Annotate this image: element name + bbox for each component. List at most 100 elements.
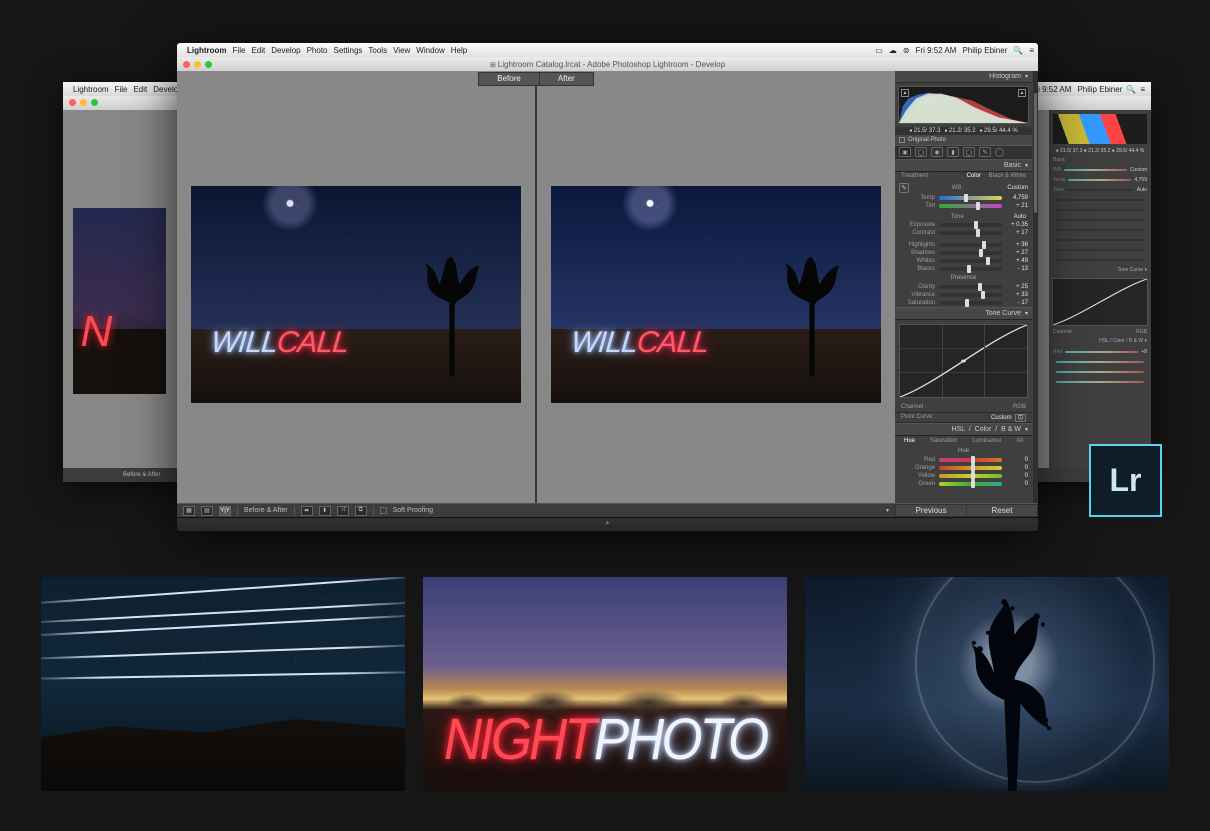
menu-icon-back: ≡ — [1140, 85, 1145, 94]
grid-view-button[interactable]: ▤ — [201, 506, 213, 516]
ba-topbottom-button[interactable]: ⬍ — [319, 506, 331, 516]
treatment-row: Treatment : Color Black & White — [895, 172, 1032, 180]
histogram-header[interactable]: Histogram▾ — [895, 71, 1032, 83]
tone-curve[interactable] — [899, 324, 1028, 398]
titlebar: Lightroom Catalog.lrcat - Adobe Photosho… — [177, 57, 1038, 71]
exposure-slider[interactable]: Exposure + 0.35 — [895, 221, 1032, 229]
tonecurve-header[interactable]: Tone Curve▾ — [895, 307, 1032, 320]
chevron-down-icon: ▾ — [1025, 426, 1028, 433]
thumbnail-back: N — [73, 208, 166, 394]
pointcurve-row[interactable]: Point Curve :Custom ⊡ — [895, 412, 1032, 423]
original-photo-row[interactable]: Original Photo — [895, 135, 1032, 145]
ba-leftright-button[interactable]: ⬌ — [301, 506, 313, 516]
pointcurve-toggle-icon[interactable]: ⊡ — [1015, 414, 1026, 422]
lightpaint-text-after: WILLCALL — [570, 326, 710, 360]
temp-slider[interactable]: Temp 4,759 — [895, 194, 1032, 202]
ba-swap-button[interactable]: ⤨ — [337, 506, 349, 516]
menubar-user[interactable]: Philip Ebiner — [962, 46, 1007, 55]
battery-icon[interactable]: ▭ — [875, 46, 883, 55]
reset-button[interactable]: Reset — [967, 504, 1038, 517]
view-mode-label: Before & After — [244, 507, 288, 514]
hsl-tab-all[interactable]: All — [1013, 437, 1026, 445]
hsl-tab-hue[interactable]: Hue — [901, 437, 918, 445]
lightpaint-text-before: WILLCALL — [210, 326, 350, 360]
softproof-checkbox[interactable] — [380, 507, 387, 514]
tool-knob[interactable] — [995, 148, 1004, 157]
hsl-tab-luminance[interactable]: Luminance — [969, 437, 1004, 445]
menu-app[interactable]: Lightroom — [187, 46, 227, 55]
tone-auto-button[interactable]: Auto — [1014, 214, 1026, 220]
ba-copy-button[interactable]: ⧉ — [355, 506, 367, 516]
whites-slider[interactable]: Whites + 49 — [895, 257, 1032, 265]
vibrance-slider[interactable]: Vibrance + 33 — [895, 291, 1032, 299]
wifi-icon[interactable]: ⊚ — [903, 46, 910, 55]
histogram-stats: 21.5/ 37.3 21.2/ 35.2 29.5/ 44.4 % — [895, 127, 1032, 135]
hsl-subtabs: Hue Saturation Luminance All — [895, 436, 1032, 446]
crop-tool[interactable]: ▣ — [899, 147, 911, 157]
clarity-slider[interactable]: Clarity + 25 — [895, 283, 1032, 291]
compare-view-button[interactable]: Y|Y — [219, 506, 231, 516]
spotlight-icon[interactable]: 🔍 — [1013, 46, 1023, 55]
basic-header[interactable]: Basic▾ — [895, 159, 1032, 172]
menu-develop[interactable]: Develop — [271, 46, 300, 55]
menu-photo[interactable]: Photo — [307, 46, 328, 55]
tab-after[interactable]: After — [539, 72, 594, 86]
menu-file[interactable]: File — [233, 46, 246, 55]
tint-slider[interactable]: Tint + 21 — [895, 202, 1032, 210]
shadow-clip-icon[interactable]: ▲ — [901, 89, 909, 97]
highlight-clip-icon[interactable]: ▲ — [1018, 89, 1026, 97]
search-icon-back: 🔍 — [1126, 85, 1136, 94]
saturation-slider[interactable]: Saturation - 17 — [895, 299, 1032, 307]
menu-file-back: File — [115, 85, 128, 94]
hsl-header[interactable]: HSL / Color / B & W ▾ — [895, 423, 1032, 436]
hsl-tab-saturation[interactable]: Saturation — [927, 437, 960, 445]
chevron-down-icon: ▾ — [1025, 162, 1028, 169]
menu-edit[interactable]: Edit — [251, 46, 265, 55]
presence-label: Presence — [895, 273, 1032, 283]
traffic-close-back — [69, 99, 76, 106]
develop-canvas: Before After WILLCALL — [177, 71, 895, 503]
eyedropper-icon[interactable]: ✎ — [899, 183, 909, 193]
after-pane[interactable]: WILLCALL — [535, 86, 895, 503]
traffic-min-back — [80, 99, 87, 106]
notification-icon[interactable]: ≡ — [1029, 46, 1034, 55]
redeye-tool[interactable]: ◉ — [931, 147, 943, 157]
traffic-max-back — [91, 99, 98, 106]
hsl-red-slider[interactable]: Red 0 — [895, 456, 1032, 464]
menu-tools[interactable]: Tools — [368, 46, 387, 55]
spot-tool[interactable]: ◯ — [915, 147, 927, 157]
filmstrip-toggle[interactable]: ▴ — [177, 517, 1038, 525]
treatment-color[interactable]: Color — [967, 173, 981, 179]
menubar-clock[interactable]: Fri 9:52 AM — [916, 46, 957, 55]
contrast-slider[interactable]: Contrast + 17 — [895, 229, 1032, 237]
cloud-icon[interactable]: ☁ — [889, 46, 897, 55]
hsl-orange-slider[interactable]: Orange 0 — [895, 464, 1032, 472]
histogram[interactable]: ▲ ▲ — [898, 86, 1029, 124]
blacks-slider[interactable]: Blacks - 13 — [895, 265, 1032, 273]
panel-scrollbar[interactable] — [1033, 71, 1038, 503]
photo-strip: NIGHTPHOTO — [41, 577, 1169, 791]
hsl-yellow-slider[interactable]: Yellow 0 — [895, 472, 1032, 480]
menu-window[interactable]: Window — [416, 46, 444, 55]
treatment-bw[interactable]: Black & White — [989, 173, 1026, 179]
menu-view[interactable]: View — [393, 46, 410, 55]
before-after-tabs: Before After — [478, 72, 593, 86]
grad-tool[interactable]: ▮ — [947, 147, 959, 157]
highlights-slider[interactable]: Highlights + 36 — [895, 241, 1032, 249]
wb-value[interactable]: Custom — [1007, 185, 1028, 191]
lightroom-window-front: Lightroom File Edit Develop Photo Settin… — [177, 43, 1038, 531]
shadows-slider[interactable]: Shadows + 27 — [895, 249, 1032, 257]
checkbox-icon[interactable] — [899, 137, 905, 143]
previous-button[interactable]: Previous — [895, 504, 967, 517]
channel-row[interactable]: Channel :RGB — [895, 402, 1032, 412]
loupe-view-button[interactable]: ▦ — [183, 506, 195, 516]
tab-before[interactable]: Before — [478, 72, 539, 86]
hsl-green-slider[interactable]: Green 0 — [895, 480, 1032, 488]
menu-settings[interactable]: Settings — [334, 46, 363, 55]
toolbar-dropdown[interactable]: ▾ — [886, 507, 889, 514]
menu-help[interactable]: Help — [451, 46, 467, 55]
brush-tool[interactable]: ✎ — [979, 147, 991, 157]
joshua-tree-icon — [405, 255, 497, 376]
radial-tool[interactable]: ◯ — [963, 147, 975, 157]
before-pane[interactable]: WILLCALL — [177, 86, 535, 503]
